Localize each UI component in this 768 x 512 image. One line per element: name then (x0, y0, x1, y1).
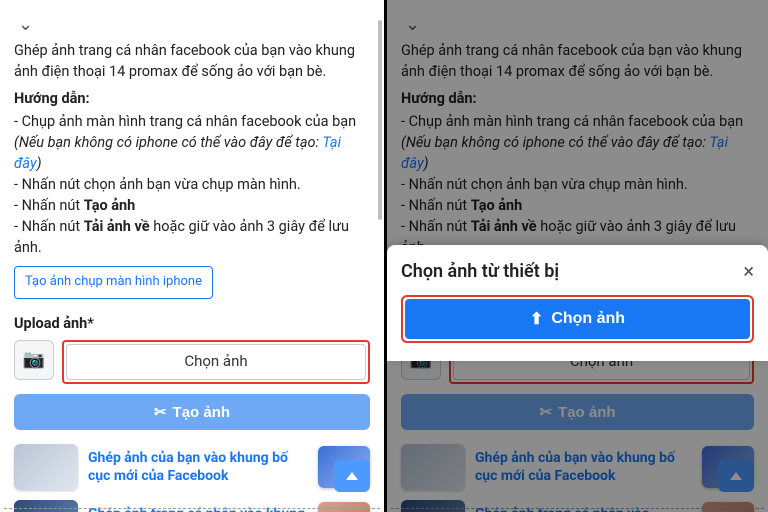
modal-choose-label: Chọn ảnh (551, 310, 625, 328)
related-title: Ghép ảnh của bạn vào khung bố cục mới củ… (88, 449, 308, 485)
create-image-label: Tạo ảnh (173, 404, 231, 421)
thumbnail (14, 444, 78, 490)
step-text: - Nhấn nút (14, 197, 84, 214)
modal-choose-button[interactable]: ⬆ Chọn ảnh (405, 299, 750, 339)
step-text: - Nhấn nút (401, 218, 471, 235)
choose-image-label: Chọn ảnh (184, 351, 247, 373)
step-text: - Chụp ảnh màn hình trang cá nhân facebo… (401, 113, 743, 130)
related-list: Ghép ảnh của bạn vào khung bố cục mới củ… (14, 444, 370, 512)
camera-button[interactable]: 📷 (14, 340, 54, 380)
camera-icon: 📷 (23, 347, 45, 373)
modal-title: Chọn ảnh từ thiết bị (401, 261, 559, 282)
step-close: ) (37, 155, 42, 172)
create-image-label: Tạo ảnh (558, 404, 616, 421)
chevron-up-icon (730, 472, 742, 480)
step-3: - Nhấn nút Tạo ảnh (401, 195, 754, 216)
step-note: (Nếu bạn không có iphone có thể vào đây … (14, 134, 322, 151)
step-text: - Nhấn nút (14, 218, 84, 235)
thumbnail (401, 500, 465, 512)
step-1: - Chụp ảnh màn hình trang cá nhân facebo… (14, 111, 370, 174)
step-2: - Nhấn nút chọn ảnh bạn vừa chụp màn hìn… (14, 174, 370, 195)
step-1: - Chụp ảnh màn hình trang cá nhân facebo… (401, 111, 754, 174)
create-image-button[interactable]: ✂ Tạo ảnh (401, 394, 754, 430)
step-4: - Nhấn nút Tải ảnh về hoặc giữ vào ảnh 3… (14, 216, 370, 258)
left-pane: ⌄ Ghép ảnh trang cá nhân facebook của bạ… (0, 0, 384, 512)
step-text: - Nhấn nút (401, 197, 471, 214)
thumbnail (401, 444, 465, 490)
chevron-down-icon[interactable]: ⌄ (401, 8, 754, 40)
right-pane: ⌄ Ghép ảnh trang cá nhân facebook của bạ… (384, 0, 768, 512)
upload-icon: ⬆ (530, 309, 543, 329)
step-bold: Tạo ảnh (471, 197, 522, 214)
scissors-icon: ✂ (539, 403, 552, 421)
intro-text: Ghép ảnh trang cá nhân facebook của bạn … (401, 40, 754, 82)
modal-button-highlight: ⬆ Chọn ảnh (401, 295, 754, 343)
step-close: ) (424, 155, 429, 172)
upload-label: Upload ảnh* (14, 313, 370, 334)
related-item[interactable]: Ghép ảnh của bạn vào khung bố cục mới củ… (14, 444, 370, 490)
related-item[interactable]: Ghép ảnh trang cá nhân vào khung điện th… (401, 500, 754, 512)
step-bold: Tải ảnh về (471, 218, 537, 235)
scroll-to-top-button[interactable] (718, 460, 754, 492)
screenshot-tool-button[interactable]: Tạo ảnh chụp màn hình iphone (14, 266, 213, 299)
step-text: - Chụp ảnh màn hình trang cá nhân facebo… (14, 113, 356, 130)
scroll-to-top-button[interactable] (334, 460, 370, 492)
upload-row: 📷 Chọn ảnh (14, 340, 370, 384)
step-bold: Tải ảnh về (84, 218, 150, 235)
chevron-up-icon (346, 472, 358, 480)
bottom-divider (391, 508, 764, 509)
related-list: Ghép ảnh của bạn vào khung bố cục mới củ… (401, 444, 754, 512)
create-image-button[interactable]: ✂ Tạo ảnh (14, 394, 370, 430)
related-item[interactable]: Ghép ảnh của bạn vào khung bố cục mới củ… (401, 444, 754, 490)
step-note: (Nếu bạn không có iphone có thể vào đây … (401, 134, 709, 151)
scissors-icon: ✂ (154, 403, 167, 421)
scrollbar[interactable] (378, 20, 382, 220)
guide-heading: Hướng dẫn: (401, 88, 754, 109)
guide-heading: Hướng dẫn: (14, 88, 370, 109)
step-2: - Nhấn nút chọn ảnh bạn vừa chụp màn hìn… (401, 174, 754, 195)
thumbnail (14, 500, 78, 512)
choose-image-button[interactable]: Chọn ảnh (66, 344, 366, 380)
choose-highlight: Chọn ảnh (62, 340, 370, 384)
related-item[interactable]: Ghép ảnh trang cá nhân vào khung điện th… (14, 500, 370, 512)
modal-header: Chọn ảnh từ thiết bị × (401, 259, 754, 283)
related-title: Ghép ảnh của bạn vào khung bố cục mới củ… (475, 449, 692, 485)
step-3: - Nhấn nút Tạo ảnh (14, 195, 370, 216)
close-icon[interactable]: × (743, 259, 754, 283)
intro-text: Ghép ảnh trang cá nhân facebook của bạn … (14, 40, 370, 82)
step-bold: Tạo ảnh (84, 197, 135, 214)
bottom-divider (4, 508, 380, 509)
chevron-down-icon[interactable]: ⌄ (14, 8, 370, 40)
choose-image-modal: Chọn ảnh từ thiết bị × ⬆ Chọn ảnh (387, 245, 768, 361)
